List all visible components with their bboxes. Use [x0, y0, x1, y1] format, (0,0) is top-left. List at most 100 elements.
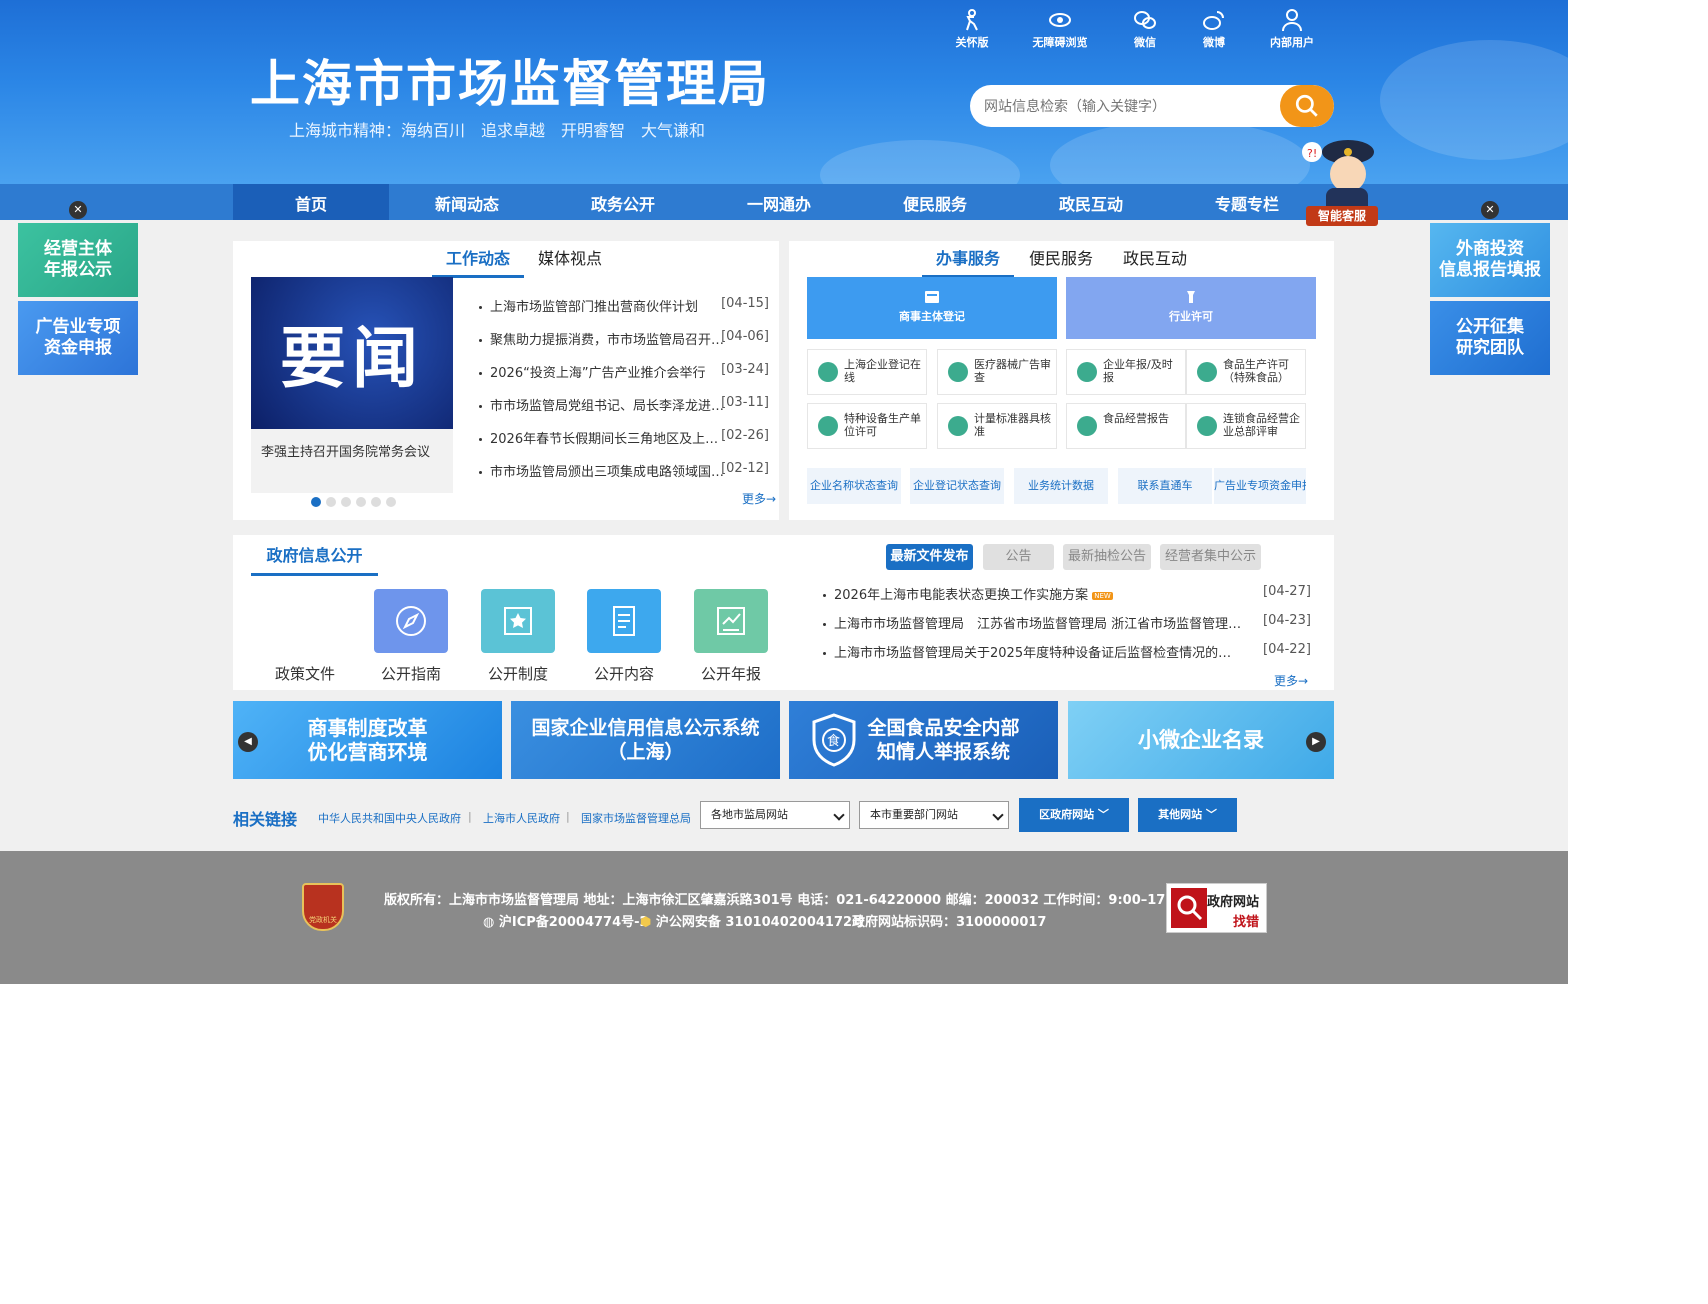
- local-bureau-select[interactable]: 各地市监局网站: [700, 801, 850, 829]
- magnifier-icon: [1171, 888, 1207, 928]
- gov-category-annual[interactable]: 公开年报: [681, 663, 781, 684]
- news-more-link[interactable]: 更多→: [742, 490, 776, 507]
- news-caption[interactable]: 李强主持召开国务院常务会议: [251, 429, 453, 493]
- doc-more-link[interactable]: 更多→: [1274, 672, 1308, 689]
- news-date: [03-11]: [721, 395, 769, 410]
- link-central-gov[interactable]: 中华人民共和国中央人民政府: [318, 810, 461, 826]
- nav-news[interactable]: 新闻动态: [389, 184, 545, 220]
- annual-report-banner[interactable]: 经营主体 年报公示: [18, 223, 138, 297]
- care-mode-link[interactable]: 关怀版: [937, 8, 1007, 50]
- carousel-dot[interactable]: [386, 497, 396, 507]
- search-input[interactable]: [984, 85, 1274, 127]
- services-panel: 办事服务 便民服务 政民互动 商事主体登记 行业许可 上海企业登记在线 医疗器械…: [789, 241, 1334, 520]
- doc-list-item[interactable]: 上海市市场监督管理局 江苏省市场监督管理局 浙江省市场监督管理局…: [823, 613, 1243, 632]
- nav-home[interactable]: 首页: [233, 184, 389, 220]
- foreign-investment-banner[interactable]: 外商投资 信息报告填报: [1430, 223, 1550, 297]
- service-item[interactable]: 特种设备生产单位许可: [807, 403, 927, 449]
- small-business-banner[interactable]: 小微企业名录: [1068, 701, 1334, 779]
- carousel-dot[interactable]: [371, 497, 381, 507]
- party-gov-badge-icon[interactable]: 党政机关: [302, 883, 344, 931]
- news-image[interactable]: 要闻: [251, 277, 453, 429]
- banner-prev-button[interactable]: ◀: [238, 732, 258, 752]
- svg-text:食: 食: [827, 733, 840, 749]
- chart-report-icon[interactable]: [694, 589, 768, 653]
- error-report-box[interactable]: 政府网站 找错: [1166, 883, 1267, 933]
- chain-icon: [1197, 416, 1217, 436]
- doc-list-item[interactable]: 2026年上海市电能表状态更换工作实施方案 NEW: [823, 584, 1243, 603]
- banner-next-button[interactable]: ▶: [1306, 732, 1326, 752]
- registration-icon: [925, 291, 939, 303]
- other-sites-button[interactable]: 其他网站 ﹀: [1138, 798, 1237, 832]
- tab-latest-docs[interactable]: 最新文件发布: [886, 544, 973, 570]
- document-icon: [948, 362, 968, 382]
- weibo-label: 微博: [1203, 36, 1225, 49]
- gov-category-guide[interactable]: 公开指南: [361, 663, 461, 684]
- quick-link[interactable]: 业务统计数据: [1014, 468, 1108, 504]
- nav-one-stop[interactable]: 一网通办: [701, 184, 857, 220]
- quick-link[interactable]: 企业名称状态查询: [807, 468, 901, 504]
- carousel-dot[interactable]: [356, 497, 366, 507]
- star-document-icon[interactable]: [481, 589, 555, 653]
- district-gov-button[interactable]: 区政府网站 ﹀: [1019, 798, 1129, 832]
- quick-link[interactable]: 广告业专项资金申报: [1214, 468, 1306, 504]
- doc-date: [04-23]: [1263, 613, 1311, 628]
- tab-inspection[interactable]: 最新抽检公告: [1063, 544, 1151, 570]
- left-close-button[interactable]: ✕: [69, 201, 87, 219]
- carousel-dot-active[interactable]: [311, 497, 321, 507]
- dept-select[interactable]: 本市重要部门网站: [859, 801, 1009, 829]
- carousel-dot[interactable]: [341, 497, 351, 507]
- site-title[interactable]: 上海市市场监督管理局: [250, 44, 770, 116]
- search-button[interactable]: [1280, 85, 1334, 127]
- tab-interaction[interactable]: 政民互动: [1123, 245, 1187, 269]
- carousel-dot[interactable]: [326, 497, 336, 507]
- ad-fund-banner[interactable]: 广告业专项 资金申报: [18, 301, 138, 375]
- credit-system-banner[interactable]: 国家企业信用信息公示系统 （上海）: [511, 701, 780, 779]
- news-date: [03-24]: [721, 362, 769, 377]
- gov-category-content[interactable]: 公开内容: [574, 663, 674, 684]
- right-close-button[interactable]: ✕: [1481, 201, 1499, 219]
- doc-list-item[interactable]: 上海市市场监督管理局关于2025年度特种设备证后监督检查情况的通报 …: [823, 642, 1243, 661]
- quick-link[interactable]: 企业登记状态查询: [910, 468, 1004, 504]
- nav-public-service[interactable]: 便民服务: [857, 184, 1013, 220]
- accessibility-link[interactable]: 无障碍浏览: [1025, 8, 1095, 50]
- internal-user-link[interactable]: 内部用户: [1257, 8, 1327, 50]
- link-samr[interactable]: 国家市场监督管理总局: [581, 810, 691, 826]
- compass-icon[interactable]: [374, 589, 448, 653]
- footer-police[interactable]: ⬢ 沪公网安备 31010402004172号: [640, 911, 865, 930]
- nav-gov-affairs[interactable]: 政务公开: [545, 184, 701, 220]
- wechat-link[interactable]: 微信: [1110, 8, 1180, 50]
- service-item[interactable]: 计量标准器具核准: [937, 403, 1057, 449]
- tab-announcements[interactable]: 公告: [983, 544, 1054, 570]
- industry-license-tile[interactable]: 行业许可: [1066, 277, 1316, 339]
- chevron-down-icon: [992, 809, 1004, 821]
- service-item[interactable]: 医疗器械广告审查: [937, 349, 1057, 395]
- tab-office-services[interactable]: 办事服务: [922, 245, 1014, 278]
- gov-category-system[interactable]: 公开制度: [468, 663, 568, 684]
- document-list-icon[interactable]: [587, 589, 661, 653]
- quick-link[interactable]: 联系直通车: [1118, 468, 1212, 504]
- police-badge-icon: ⬢: [640, 915, 652, 930]
- research-team-banner[interactable]: 公开征集 研究团队: [1430, 301, 1550, 375]
- link-separator: |: [468, 810, 472, 823]
- service-item[interactable]: 连锁食品经营企业总部评审: [1186, 403, 1306, 449]
- weibo-link[interactable]: 微博: [1179, 8, 1249, 50]
- nav-interaction[interactable]: 政民互动: [1013, 184, 1169, 220]
- search-icon: [1295, 94, 1318, 117]
- assistant-label[interactable]: 智能客服: [1306, 206, 1378, 226]
- tab-concentration[interactable]: 经营者集中公示: [1160, 544, 1261, 570]
- reform-banner[interactable]: 商事制度改革 优化营商环境: [233, 701, 502, 779]
- service-item[interactable]: 上海企业登记在线: [807, 349, 927, 395]
- cloud-decoration: [820, 140, 1020, 184]
- service-item[interactable]: 食品经营报告: [1066, 403, 1186, 449]
- link-shanghai-gov[interactable]: 上海市人民政府: [483, 810, 560, 826]
- gov-category-policy[interactable]: 政策文件: [255, 663, 355, 684]
- news-date: [04-06]: [721, 329, 769, 344]
- business-registration-tile[interactable]: 商事主体登记: [807, 277, 1057, 339]
- service-item[interactable]: 企业年报/及时报: [1066, 349, 1186, 395]
- report-icon: [1077, 416, 1097, 436]
- service-item[interactable]: 食品生产许可（特殊食品）: [1186, 349, 1306, 395]
- food-icon: [1197, 362, 1217, 382]
- tab-public-services[interactable]: 便民服务: [1029, 245, 1093, 269]
- new-badge: NEW: [1092, 591, 1113, 600]
- footer-icp[interactable]: ◍ 沪ICP备20004774号-2: [483, 911, 649, 930]
